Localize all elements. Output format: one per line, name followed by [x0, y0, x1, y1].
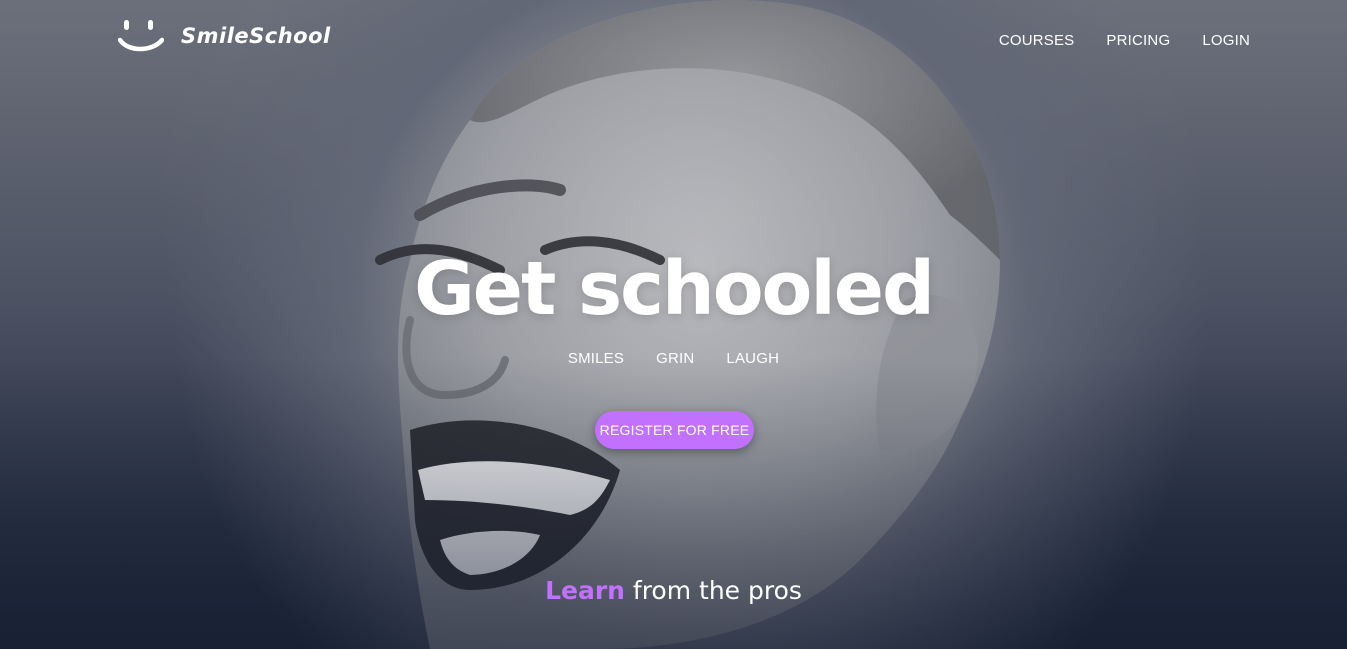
- register-button[interactable]: REGISTER FOR FREE: [595, 411, 754, 449]
- nav-pricing[interactable]: PRICING: [1106, 32, 1170, 49]
- tag-smiles: SMILES: [567, 350, 625, 367]
- subhead-accent: Learn: [545, 576, 625, 605]
- tag-laugh: LAUGH: [726, 350, 780, 367]
- tag-grin: GRIN: [656, 350, 695, 367]
- main-nav: COURSES PRICING LOGIN: [999, 32, 1250, 49]
- site-header: SmileSchool COURSES PRICING LOGIN: [0, 0, 1347, 84]
- smile-icon: [118, 20, 164, 52]
- brand-name: SmileSchool: [181, 24, 331, 48]
- hero-section: SmileSchool COURSES PRICING LOGIN Get sc…: [0, 0, 1347, 649]
- brand-logo[interactable]: SmileSchool: [118, 18, 331, 54]
- nav-login[interactable]: LOGIN: [1202, 32, 1250, 49]
- hero-headline: Get schooled: [414, 246, 935, 332]
- hero-subhead: Learn from the pros: [0, 576, 1347, 605]
- nav-courses[interactable]: COURSES: [999, 32, 1075, 49]
- subhead-text: from the pros: [624, 576, 802, 605]
- hero-tags: SMILES GRIN LAUGH: [0, 350, 1347, 367]
